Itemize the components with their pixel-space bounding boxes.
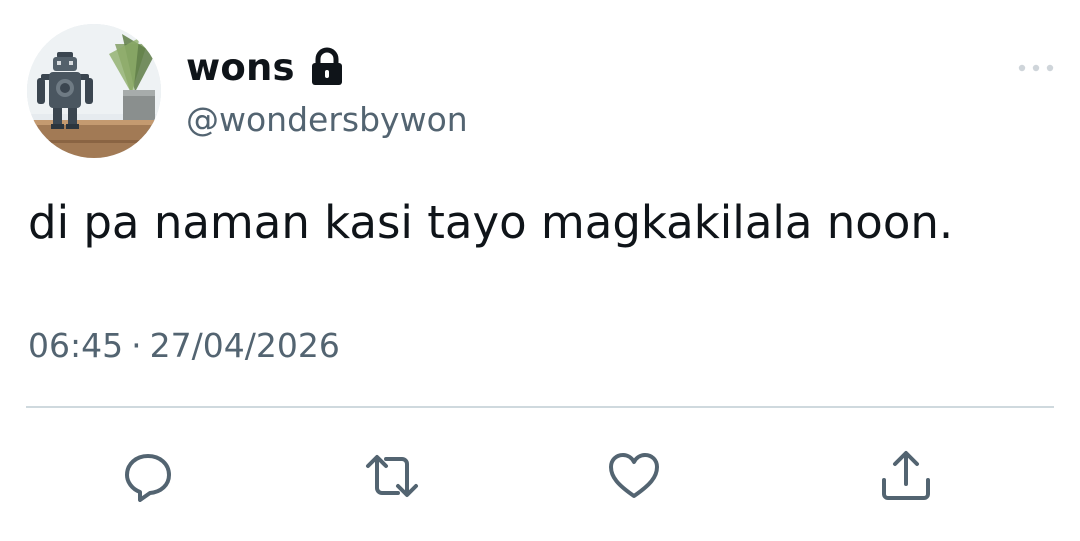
retweet-icon (364, 450, 420, 502)
tweet-date: 27/04/2026 (149, 326, 340, 365)
reply-icon (122, 450, 174, 502)
timestamp[interactable]: 06:45 · 27/04/2026 (28, 326, 340, 365)
retweet-button[interactable] (364, 448, 420, 504)
lock-icon (309, 47, 345, 87)
divider (26, 406, 1054, 408)
tweet-text: di pa naman kasi tayo magkakilala noon. (28, 196, 954, 249)
avatar[interactable] (27, 24, 161, 158)
display-name[interactable]: wons (186, 46, 295, 89)
user-handle[interactable]: @wondersbywon (186, 100, 468, 139)
share-button[interactable] (878, 448, 934, 504)
heart-icon (606, 450, 662, 502)
reply-button[interactable] (120, 448, 176, 504)
like-button[interactable] (606, 448, 662, 504)
tweet-card: wons @wondersbywon di pa naman kasi tayo… (0, 0, 1080, 541)
share-icon (878, 448, 934, 504)
timestamp-separator: · (131, 326, 142, 365)
tweet-time: 06:45 (28, 326, 124, 365)
more-icon[interactable] (1016, 58, 1056, 78)
display-name-row: wons (186, 43, 345, 91)
avatar-image (27, 24, 161, 158)
